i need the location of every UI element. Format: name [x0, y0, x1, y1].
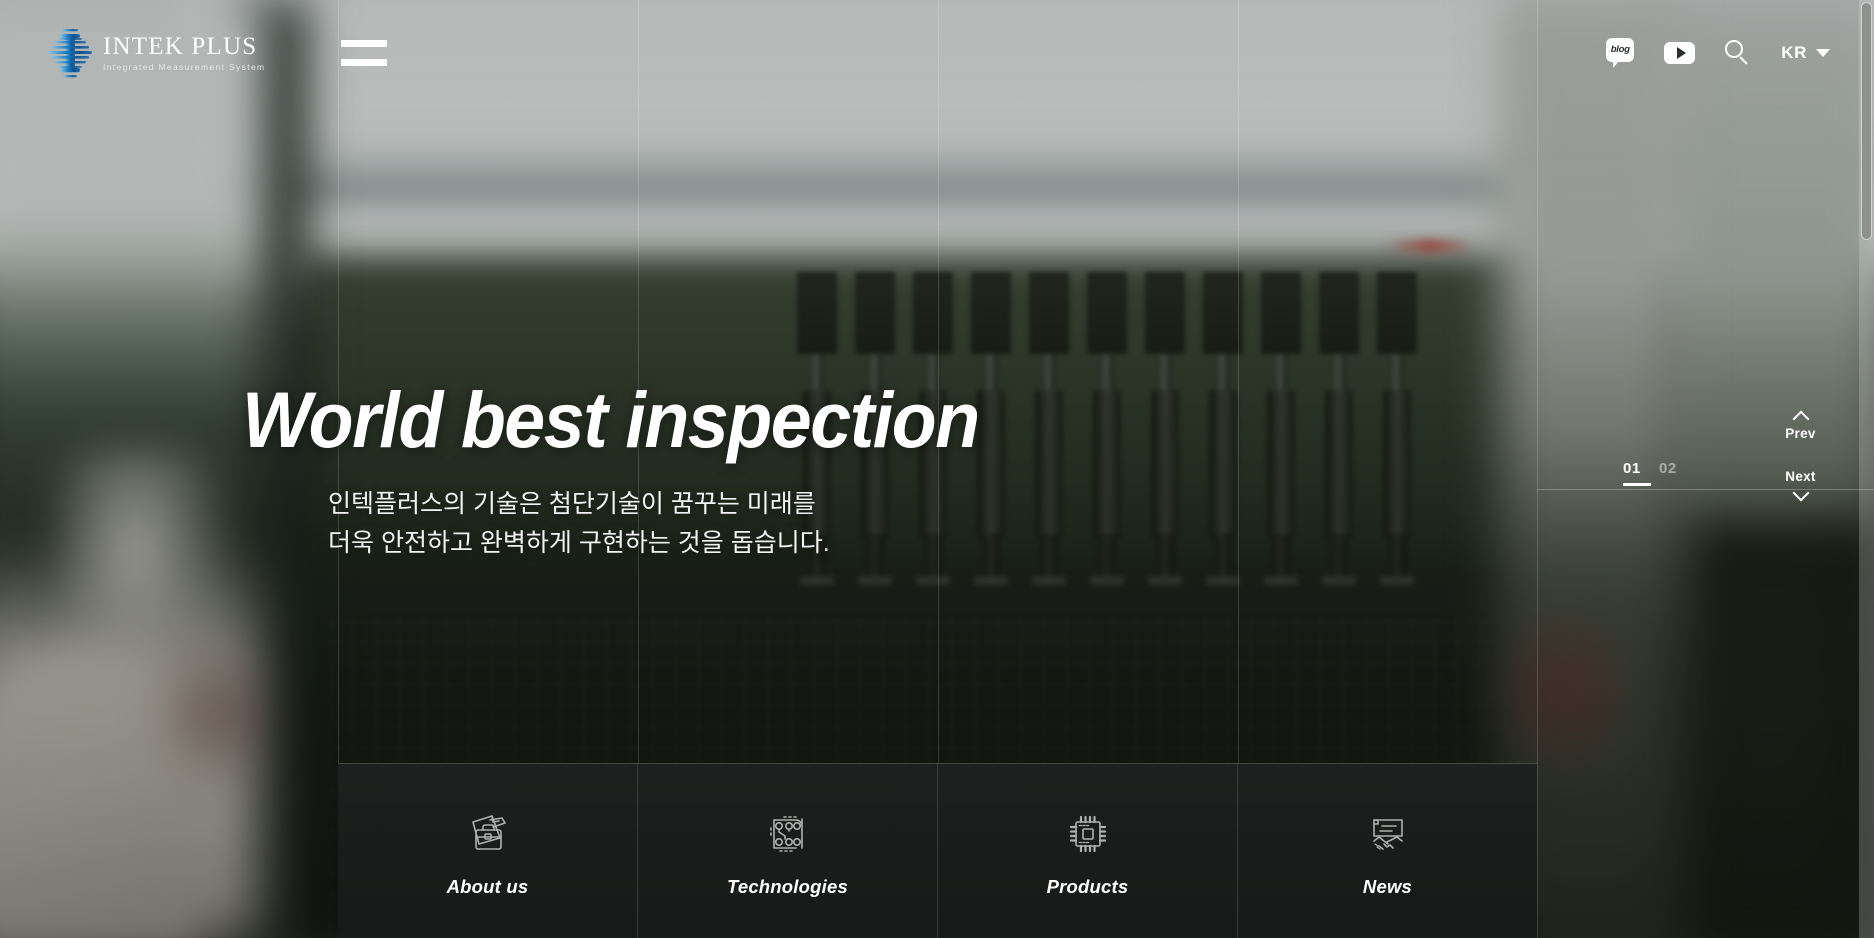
- quicknav-item-technologies[interactable]: Technologies: [637, 763, 937, 938]
- search-icon-handle: [1739, 55, 1749, 65]
- hamburger-bar-top: [341, 39, 388, 47]
- quicknav-label-products: Products: [1046, 875, 1129, 897]
- quicknav-item-news[interactable]: News: [1237, 763, 1537, 938]
- intek-plus-logo-mark-icon: [46, 26, 94, 80]
- hero-content: World best inspection 인텍플러스의 기술은 첨단기술이 꿈…: [242, 380, 1034, 563]
- slide-page-01[interactable]: 01: [1623, 460, 1641, 477]
- scrollbar-thumb[interactable]: [1861, 2, 1872, 240]
- site-header: INTEK PLUS Integrated Measurement System…: [0, 0, 1874, 105]
- search-button[interactable]: [1725, 39, 1751, 66]
- quicknav-item-about-us[interactable]: About us: [338, 763, 637, 938]
- document-handshake-icon: [1362, 808, 1414, 860]
- logo-title: INTEK PLUS: [103, 32, 258, 60]
- quicknav-label-technologies: Technologies: [727, 875, 848, 897]
- site-logo[interactable]: INTEK PLUS Integrated Measurement System: [46, 26, 265, 80]
- slide-next-button[interactable]: Next: [1785, 469, 1815, 501]
- youtube-link[interactable]: [1664, 41, 1696, 64]
- blog-icon-tail: [1613, 60, 1620, 68]
- youtube-play-triangle: [1676, 46, 1686, 59]
- slide-active-indicator: [1623, 483, 1651, 486]
- search-icon-ring: [1725, 39, 1744, 58]
- slide-prev-button[interactable]: Prev: [1785, 409, 1815, 441]
- search-icon: [1725, 39, 1751, 66]
- slide-prev-label: Prev: [1785, 426, 1816, 441]
- youtube-icon: [1664, 41, 1696, 64]
- slide-next-label: Next: [1785, 469, 1816, 484]
- language-current: KR: [1781, 42, 1807, 62]
- hero-subtitle-line-2: 더욱 안전하고 완벽하게 구현하는 것을 돕습니다.: [328, 528, 830, 557]
- hero-subtitle-line-1: 인텍플러스의 기술은 첨단기술이 꿈꾸는 미래를: [328, 490, 816, 518]
- language-selector[interactable]: KR: [1781, 43, 1830, 63]
- hamburger-menu-icon[interactable]: [341, 39, 388, 66]
- quicknav-label-news: News: [1362, 875, 1413, 897]
- quicknav-label-about-us: About us: [446, 875, 529, 897]
- circuit-board-icon: [762, 808, 814, 860]
- hero-subtitle: 인텍플러스의 기술은 첨단기술이 꿈꾸는 미래를 더욱 안전하고 완벽하게 구현…: [328, 485, 1034, 563]
- microchip-icon: [1062, 808, 1114, 860]
- quicknav-item-products[interactable]: Products: [937, 763, 1237, 938]
- logo-subtitle: Integrated Measurement System: [103, 61, 266, 72]
- hero-title: World best inspection: [242, 375, 980, 464]
- slide-page-02[interactable]: 02: [1659, 460, 1677, 477]
- slide-pagination: 01 02: [1537, 400, 1727, 510]
- hamburger-bar-bottom: [341, 58, 388, 66]
- header-actions: blog KR: [1606, 37, 1830, 68]
- chevron-up-icon: [1793, 409, 1808, 424]
- briefcase-documents-icon: [462, 808, 514, 860]
- blog-icon-label: blog: [1606, 37, 1635, 62]
- quicknav-panel: About us Technologies Products News: [338, 763, 1537, 938]
- slide-nav-arrows: Prev Next: [1727, 400, 1874, 510]
- blog-icon: blog: [1606, 37, 1635, 68]
- chevron-down-icon: [1816, 48, 1830, 57]
- quicknav-top-border: [338, 763, 1537, 764]
- slider-controls: 01 02 Prev Next: [1537, 400, 1874, 510]
- page-scrollbar[interactable]: [1859, 0, 1874, 938]
- blog-link[interactable]: blog: [1606, 37, 1635, 68]
- chevron-down-nav-icon: [1793, 486, 1808, 501]
